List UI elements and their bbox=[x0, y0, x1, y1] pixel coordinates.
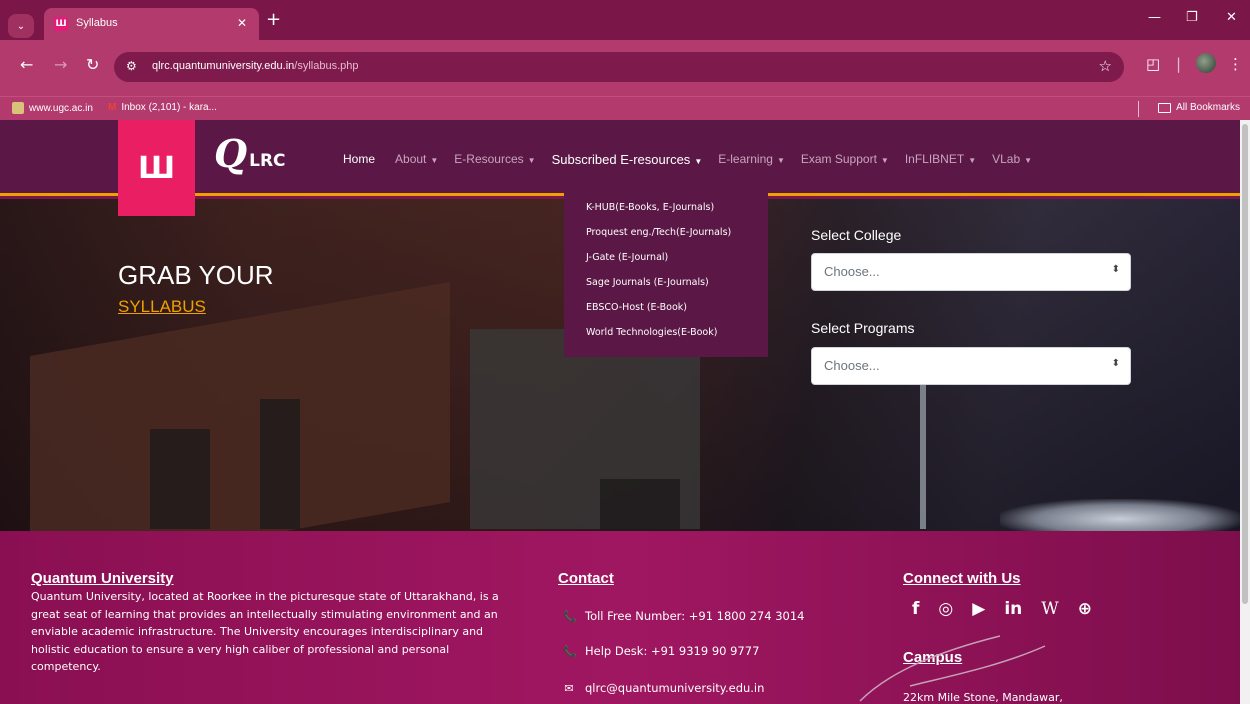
site-navbar: Ш Q LRC Home About ▼ E-Resources ▼ Subscri… bbox=[0, 120, 1240, 216]
help-desk-text: Help Desk: +91 9319 90 9777 bbox=[585, 644, 760, 658]
address-bar[interactable]: ⚙ qlrc.quantumuniversity.edu.in/syllabus… bbox=[114, 52, 1124, 82]
toll-free-text: Toll Free Number: +91 1800 274 3014 bbox=[585, 609, 805, 623]
url-text[interactable]: qlrc.quantumuniversity.edu.in/syllabus.p… bbox=[152, 60, 358, 72]
brand-q: Q bbox=[214, 131, 248, 176]
all-bookmarks-label: All Bookmarks bbox=[1176, 102, 1240, 113]
college-select[interactable]: Choose... ⬍ bbox=[811, 253, 1131, 291]
site-footer: Quantum University Quantum University, l… bbox=[0, 531, 1240, 704]
page-scrollbar[interactable] bbox=[1240, 120, 1250, 704]
cloud bbox=[1000, 499, 1240, 531]
phone-icon: 📞 bbox=[563, 609, 577, 623]
email-icon: ✉ bbox=[564, 681, 574, 695]
menu-e-learning[interactable]: E-learning ▼ bbox=[718, 152, 785, 167]
tab-strip: ⌄ Ш Syllabus ✕ + — ❐ ✕ bbox=[0, 0, 1250, 40]
toll-free-contact[interactable]: 📞 Toll Free Number: +91 1800 274 3014 bbox=[563, 609, 804, 623]
programs-select[interactable]: Choose... ⬍ bbox=[811, 347, 1131, 385]
close-window-icon[interactable]: ✕ bbox=[1226, 10, 1237, 25]
browser-toolbar: ← → ↻ ⚙ qlrc.quantumuniversity.edu.in/sy… bbox=[0, 40, 1250, 96]
ugc-favicon-icon bbox=[12, 102, 24, 114]
bookmarks-bar: www.ugc.ac.in M Inbox (2,101) - kara... … bbox=[0, 96, 1250, 120]
gmail-icon: M bbox=[108, 102, 117, 113]
building-window bbox=[600, 479, 680, 531]
antenna-pole bbox=[920, 379, 926, 529]
menu-about[interactable]: About ▼ bbox=[395, 152, 438, 167]
building-window bbox=[150, 429, 210, 529]
menu-exam-support[interactable]: Exam Support ▼ bbox=[801, 152, 889, 167]
building-window bbox=[260, 399, 300, 529]
reload-icon[interactable]: ↻ bbox=[86, 55, 99, 74]
about-text: Quantum University, located at Roorkee i… bbox=[31, 590, 499, 673]
menu-subscribed-e-resources[interactable]: Subscribed E-resources ▼ bbox=[552, 152, 703, 167]
about-title[interactable]: Quantum University bbox=[31, 570, 174, 587]
dropdown-item-khub[interactable]: K-HUB(E-Books, E-Journals) bbox=[564, 201, 768, 226]
bookmarks-separator bbox=[1138, 101, 1139, 117]
select-programs-label: Select Programs bbox=[811, 320, 915, 336]
select-arrows-icon: ⬍ bbox=[1111, 264, 1120, 275]
menu-inflibnet[interactable]: InFLIBNET ▼ bbox=[905, 152, 976, 167]
back-icon[interactable]: ← bbox=[20, 55, 33, 74]
logo-icon: Ш bbox=[137, 150, 176, 186]
building-image bbox=[30, 281, 450, 531]
page-viewport: Ш Q LRC Home About ▼ E-Resources ▼ Subscri… bbox=[0, 120, 1240, 704]
email-text: qlrc@quantumuniversity.edu.in bbox=[585, 681, 765, 695]
toolbar-separator: | bbox=[1176, 55, 1182, 73]
dropdown-item-jgate[interactable]: J-Gate (E-Journal) bbox=[564, 251, 768, 276]
phone-icon: 📞 bbox=[563, 644, 577, 658]
wikipedia-icon[interactable]: W bbox=[1041, 599, 1058, 619]
brand-qlrc[interactable]: Q LRC bbox=[214, 134, 286, 174]
all-bookmarks-button[interactable]: All Bookmarks bbox=[1158, 102, 1240, 113]
tab-favicon-icon: Ш bbox=[54, 17, 68, 31]
location-icon[interactable]: ⊕ bbox=[1078, 599, 1092, 619]
tab-search-button[interactable]: ⌄ bbox=[8, 14, 34, 38]
brand-lrc: LRC bbox=[249, 151, 286, 171]
tab-title: Syllabus bbox=[76, 17, 118, 29]
folder-icon bbox=[1158, 102, 1172, 113]
dropdown-item-sage[interactable]: Sage Journals (E-Journals) bbox=[564, 276, 768, 301]
dropdown-item-ebsco[interactable]: EBSCO-Host (E-Book) bbox=[564, 301, 768, 326]
dropdown-item-world-technologies[interactable]: World Technologies(E-Book) bbox=[564, 326, 768, 351]
profile-avatar[interactable] bbox=[1196, 53, 1216, 73]
extensions-icon[interactable]: ◰ bbox=[1146, 55, 1160, 73]
menu-vlab[interactable]: VLab ▼ bbox=[992, 152, 1032, 167]
dropdown-item-proquest[interactable]: Proquest eng./Tech(E-Journals) bbox=[564, 226, 768, 251]
linkedin-icon[interactable]: in bbox=[1004, 599, 1022, 619]
campus-address: 22km Mile Stone, Mandawar, bbox=[903, 691, 1063, 704]
active-tab[interactable]: Ш Syllabus ✕ bbox=[44, 8, 259, 40]
menu-e-resources[interactable]: E-Resources ▼ bbox=[454, 152, 535, 167]
forward-icon[interactable]: → bbox=[54, 55, 67, 74]
select-arrows-icon: ⬍ bbox=[1111, 358, 1120, 369]
minimize-icon[interactable]: — bbox=[1148, 10, 1161, 25]
select-college-label: Select College bbox=[811, 227, 902, 243]
connect-title: Connect with Us bbox=[903, 570, 1021, 587]
restore-icon[interactable]: ❐ bbox=[1186, 10, 1198, 25]
youtube-icon[interactable]: ▶ bbox=[972, 599, 985, 619]
contact-title: Contact bbox=[558, 570, 614, 587]
menu-home[interactable]: Home bbox=[343, 152, 379, 167]
bookmark-star-icon[interactable]: ☆ bbox=[1099, 57, 1112, 75]
bookmark-label: Inbox (2,101) - kara... bbox=[121, 102, 217, 113]
bookmark-label: www.ugc.ac.in bbox=[29, 102, 93, 114]
bookmark-gmail[interactable]: M Inbox (2,101) - kara... bbox=[108, 102, 217, 113]
bookmark-ugc[interactable]: www.ugc.ac.in bbox=[12, 102, 93, 114]
hero-heading: GRAB YOUR bbox=[118, 260, 274, 290]
scrollbar-thumb[interactable] bbox=[1242, 124, 1248, 604]
syllabus-link[interactable]: SYLLABUS bbox=[118, 297, 206, 317]
instagram-icon[interactable]: ◎ bbox=[938, 599, 953, 619]
programs-select-value: Choose... bbox=[824, 358, 880, 373]
main-menu: Home About ▼ E-Resources ▼ Subscribed E-re… bbox=[343, 152, 1048, 167]
email-contact[interactable]: ✉ qlrc@quantumuniversity.edu.in bbox=[563, 681, 764, 695]
new-tab-button[interactable]: + bbox=[266, 11, 281, 29]
university-logo[interactable]: Ш bbox=[118, 120, 195, 216]
social-links: f ◎ ▶ in W ⊕ bbox=[912, 599, 1092, 619]
subscribed-e-resources-dropdown: K-HUB(E-Books, E-Journals) Proquest eng.… bbox=[564, 189, 768, 357]
facebook-icon[interactable]: f bbox=[912, 599, 919, 619]
menu-kebab-icon[interactable]: ⋮ bbox=[1228, 55, 1243, 73]
college-select-value: Choose... bbox=[824, 264, 880, 279]
site-info-icon[interactable]: ⚙ bbox=[126, 59, 137, 73]
help-desk-contact[interactable]: 📞 Help Desk: +91 9319 90 9777 bbox=[563, 644, 759, 658]
tab-close-icon[interactable]: ✕ bbox=[237, 16, 247, 30]
